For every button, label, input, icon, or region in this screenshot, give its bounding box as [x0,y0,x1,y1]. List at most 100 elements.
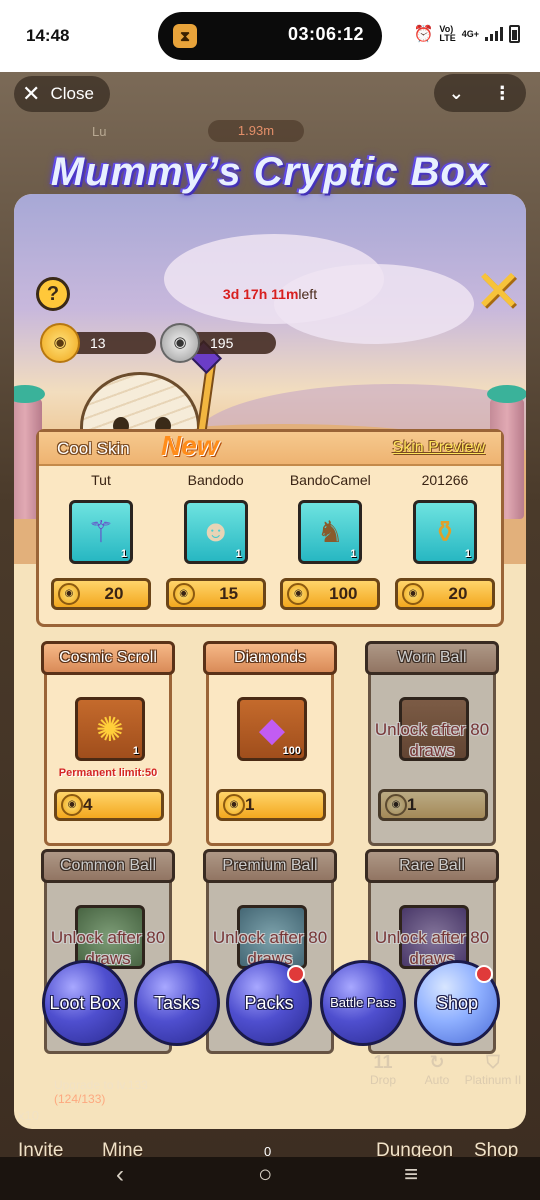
buy-button[interactable]: ◉ 1 [216,789,326,821]
card-title: Premium Ball [203,849,337,883]
silver-eye-coin-icon: ◉ [160,323,200,363]
mine-button[interactable]: Mine [102,1140,143,1157]
price: 15 [219,584,239,603]
buy-button[interactable]: ◉ 1 [378,789,488,821]
skin-item: 201266 ⚱ 1 ◉ 20 [391,472,499,610]
notification-dot [475,965,493,983]
skin-qty: 1 [120,548,127,560]
gold-currency: ◉ 13 [40,323,156,363]
buy-button[interactable]: ◉ 4 [54,789,164,821]
tab-packs[interactable]: Packs [226,960,312,1046]
card-cosmic-scroll[interactable]: Cosmic Scroll ✺ 1 Permanent limit:50 ◉ 4 [41,641,175,846]
silver-currency-value: 195 [210,335,234,351]
unlock-line-1: Unlock after 80 [374,720,490,739]
tab-battle-pass[interactable]: Battle Pass [320,960,406,1046]
eye-coin-icon: ◉ [61,794,83,816]
dungeon-button[interactable]: Dungeon [376,1140,453,1157]
eye-coin-icon: ◉ [401,583,424,605]
tab-loot-box[interactable]: Loot Box [42,960,128,1046]
silver-currency: ◉ 195 [160,323,276,363]
time-left: 3d 17h 11mleft [180,286,360,302]
buy-button[interactable]: ◉ 15 [165,578,266,610]
price: 1 [407,795,417,814]
signal-icon [485,27,503,41]
drop-button[interactable]: 11 Drop [358,1052,408,1087]
volte-icon: Vo) LTE [439,25,455,43]
event-title: Mummy’s Cryptic Box [50,150,490,194]
background-score: 1.93m [208,120,304,142]
skin-name: Bandodo [187,472,244,488]
item-glyph: ◆ [258,711,286,749]
pillar-orb [14,385,45,403]
status-bar: 14:48 ⧗ 03:06:12 ⏰ Vo) LTE 4G+ [0,0,540,72]
chevron-down-icon[interactable]: ⌄ [449,83,464,104]
close-icon: ✕ [22,81,41,106]
mummy-skin-icon[interactable]: ☻ 1 [183,500,248,564]
card-diamonds[interactable]: Diamonds ◆ 100 ◉ 1 [203,641,337,846]
skin-name: 201266 [421,472,469,488]
unlock-line-1: Unlock after 80 [212,928,328,947]
multiplier: x10 [18,1108,39,1123]
buy-button[interactable]: ◉ 20 [51,578,151,610]
timer-pill[interactable]: ⧗ 03:06:12 [158,12,382,60]
refresh-icon: ↻ [429,1052,445,1072]
invite-button[interactable]: Invite [18,1140,63,1157]
gold-currency-value: 13 [90,335,106,351]
skin-glyph: ☻ [199,515,232,548]
status-time: 14:48 [26,26,70,45]
card-worn-ball[interactable]: Worn Ball Unlock after 80 draws ◉ 1 [365,641,499,846]
price: 20 [104,584,124,603]
camel-skin-icon[interactable]: ♞ 1 [298,500,363,564]
hourglass-icon: ⧗ [173,24,197,48]
network-type: 4G+ [461,29,479,39]
timer-text: 03:06:12 [287,24,364,44]
tab-shop[interactable]: Shop [414,960,500,1046]
more-vertical-icon[interactable]: ⋮ [493,83,511,104]
recents-icon[interactable]: ≡ [404,1161,418,1189]
skin-item: Bandodo ☻ 1 ◉ 15 [162,472,270,610]
home-icon[interactable]: ○ [258,1161,273,1189]
tab-label: Shop [435,993,479,1013]
price: 20 [448,584,468,603]
buy-button[interactable]: ◉ 100 [280,578,381,610]
status-icons: ⏰ Vo) LTE 4G+ [413,24,520,44]
platinum-rank[interactable]: ⛉ Platinum II [460,1052,526,1087]
unlock-line-1: Unlock after 80 [50,928,166,947]
buy-button[interactable]: ◉ 20 [394,578,495,610]
skin-glyph: ♞ [316,516,344,549]
price: 4 [83,795,93,814]
auto-label: Auto [424,1073,450,1087]
pillar-orb [487,385,526,403]
card-title: Common Ball [41,849,175,883]
item-qty: 1 [132,745,139,757]
background-user-name: Lu [92,124,107,139]
close-button[interactable]: ✕ Close [14,76,110,112]
skin-preview-link[interactable]: Skin Preview [393,439,485,457]
system-nav-bar: ‹ ○ ≡ [0,1157,540,1200]
auto-button[interactable]: ↻ Auto [412,1052,462,1087]
eye-coin-icon: ◉ [172,583,195,605]
volte-bottom: LTE [439,33,456,43]
upgrade-progress: (124/133) [54,1092,106,1106]
price: 100 [329,584,358,603]
panel-close-icon[interactable]: ✕ [472,263,524,321]
card-title: Worn Ball [365,641,499,675]
drop-label: Drop [369,1073,396,1087]
sarcophagus-skin-icon[interactable]: ⚱ 1 [412,500,477,564]
webview-menu[interactable]: ⌄ ⋮ [434,74,526,112]
tab-tasks[interactable]: Tasks [134,960,220,1046]
new-badge: New [161,430,219,461]
counter: 0 [264,1144,272,1157]
cool-skin-header: Cool Skin New Skin Preview [39,430,501,466]
item-glyph: ✺ [95,711,125,749]
shop-button[interactable]: Shop [474,1140,518,1157]
help-icon[interactable]: ? [36,277,70,311]
upgrade-info[interactable]: Upgrade to lv.133 (124/133) [54,1078,148,1106]
back-icon[interactable]: ‹ [116,1161,124,1189]
eye-coin-icon: ◉ [385,794,407,816]
card-title: Cosmic Scroll [41,641,175,675]
tab-label: Packs [244,993,294,1013]
staff-skin-icon[interactable]: ⚚ 1 [69,500,133,564]
notification-dot [287,965,305,983]
skin-item: BandoCamel ♞ 1 ◉ 100 [276,472,384,610]
